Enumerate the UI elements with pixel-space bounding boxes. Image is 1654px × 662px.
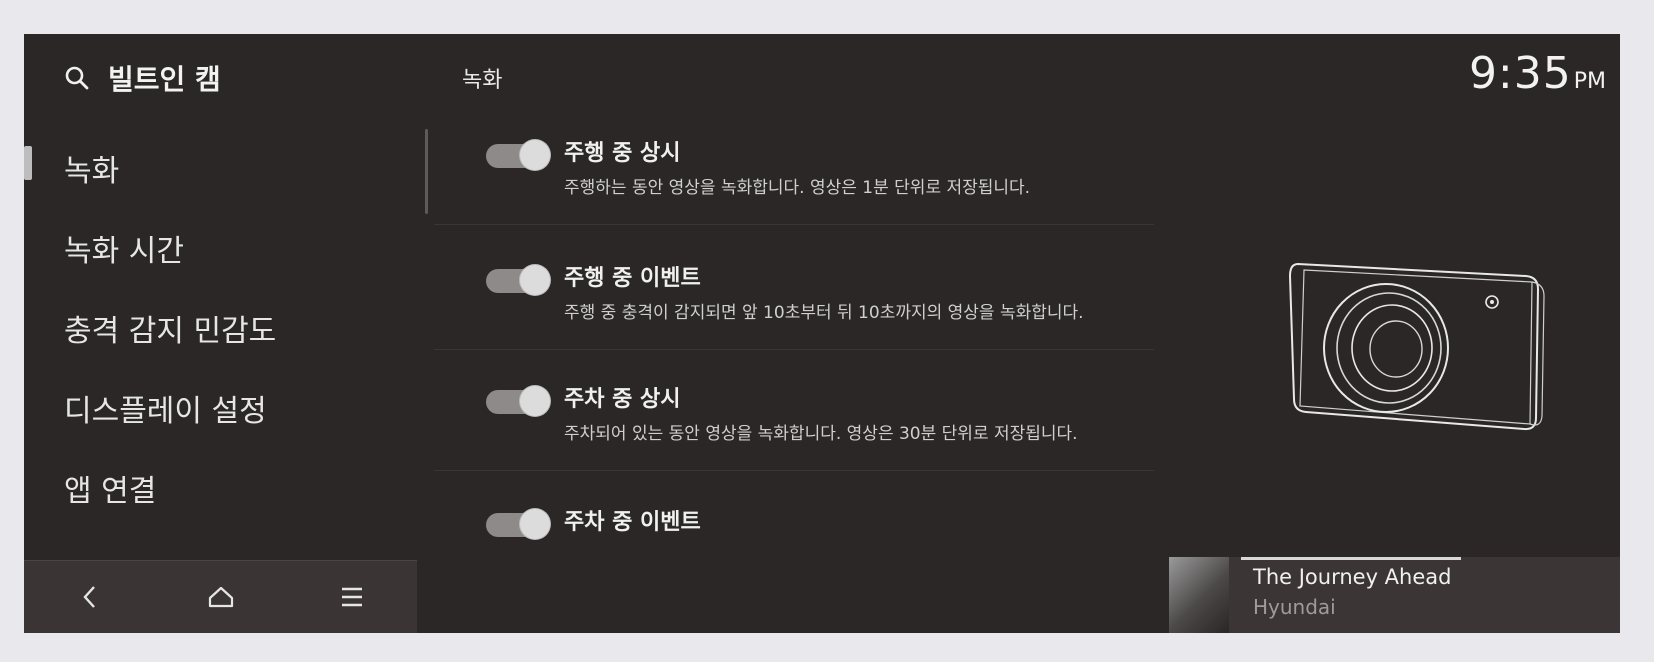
bottom-nav-bar [24, 560, 417, 633]
scroll-indicator[interactable] [425, 129, 428, 214]
setting-description: 주행 중 충격이 감지되면 앞 10초부터 뒤 10초까지의 영상을 녹화합니다… [564, 303, 1084, 323]
home-icon [208, 586, 233, 608]
toggle-switch[interactable] [486, 509, 552, 539]
setting-title: 주차 중 상시 [564, 387, 681, 412]
setting-description: 주차되어 있는 동안 영상을 녹화합니다. 영상은 30분 단위로 저장됩니다. [564, 424, 1078, 444]
menu-icon [341, 587, 362, 607]
sidebar-item-label: 녹화 시간 [64, 234, 184, 269]
sidebar-item-label: 앱 연결 [64, 474, 157, 509]
sidebar-item-label: 녹화 [64, 154, 120, 189]
back-button[interactable] [60, 567, 120, 627]
clock-ampm: PM [1573, 69, 1606, 94]
sidebar-item-recording-time[interactable]: 녹화 시간 [24, 208, 417, 288]
sidebar-item-recording[interactable]: 녹화 [24, 128, 417, 208]
setting-item: 주차 중 이벤트 [434, 471, 1154, 539]
media-player[interactable]: The Journey Ahead Hyundai [1169, 557, 1620, 633]
camera-icon [1286, 256, 1556, 440]
toggle-knob [520, 265, 550, 295]
sidebar-item-app-connection[interactable]: 앱 연결 [24, 448, 417, 528]
sidebar-item-label: 디스플레이 설정 [64, 394, 267, 429]
toggle-knob [520, 386, 550, 416]
search-icon[interactable] [64, 65, 90, 91]
home-button[interactable] [191, 567, 251, 627]
sidebar: 빌트인 캠 녹화 녹화 시간 충격 감지 민감도 디스플레이 설정 앱 연결 [24, 34, 417, 633]
screen: 빌트인 캠 녹화 녹화 시간 충격 감지 민감도 디스플레이 설정 앱 연결 녹… [24, 34, 1620, 633]
sidebar-item-impact-sensitivity[interactable]: 충격 감지 민감도 [24, 288, 417, 368]
setting-item: 주차 중 상시 주차되어 있는 동안 영상을 녹화합니다. 영상은 30분 단위… [434, 350, 1154, 471]
toggle-knob [520, 509, 550, 539]
app-title-bar: 빌트인 캠 [64, 58, 221, 98]
setting-title: 주행 중 상시 [564, 141, 681, 166]
sidebar-menu: 녹화 녹화 시간 충격 감지 민감도 디스플레이 설정 앱 연결 [24, 128, 417, 528]
toggle-switch[interactable] [486, 140, 552, 170]
toggle-knob [520, 140, 550, 170]
settings-list: 주행 중 상시 주행하는 동안 영상을 녹화합니다. 영상은 1분 단위로 저장… [434, 124, 1154, 539]
toggle-switch[interactable] [486, 265, 552, 295]
clock: 9:35 PM [1469, 48, 1606, 99]
sidebar-item-display-settings[interactable]: 디스플레이 설정 [24, 368, 417, 448]
app-title: 빌트인 캠 [108, 63, 221, 96]
media-progress-bar [1241, 557, 1461, 560]
setting-item: 주행 중 이벤트 주행 중 충격이 감지되면 앞 10초부터 뒤 10초까지의 … [434, 225, 1154, 350]
setting-title: 주행 중 이벤트 [564, 266, 701, 291]
toggle-switch[interactable] [486, 386, 552, 416]
sidebar-item-label: 충격 감지 민감도 [64, 314, 277, 349]
page-title: 녹화 [462, 68, 503, 93]
song-artist: Hyundai [1253, 595, 1336, 619]
back-icon [82, 586, 95, 608]
clock-time: 9:35 [1468, 48, 1572, 99]
menu-button[interactable] [322, 567, 382, 627]
song-title: The Journey Ahead [1253, 565, 1452, 589]
setting-description: 주행하는 동안 영상을 녹화합니다. 영상은 1분 단위로 저장됩니다. [564, 178, 1031, 198]
album-art [1169, 557, 1229, 633]
setting-title: 주차 중 이벤트 [564, 510, 701, 535]
setting-item: 주행 중 상시 주행하는 동안 영상을 녹화합니다. 영상은 1분 단위로 저장… [434, 124, 1154, 225]
